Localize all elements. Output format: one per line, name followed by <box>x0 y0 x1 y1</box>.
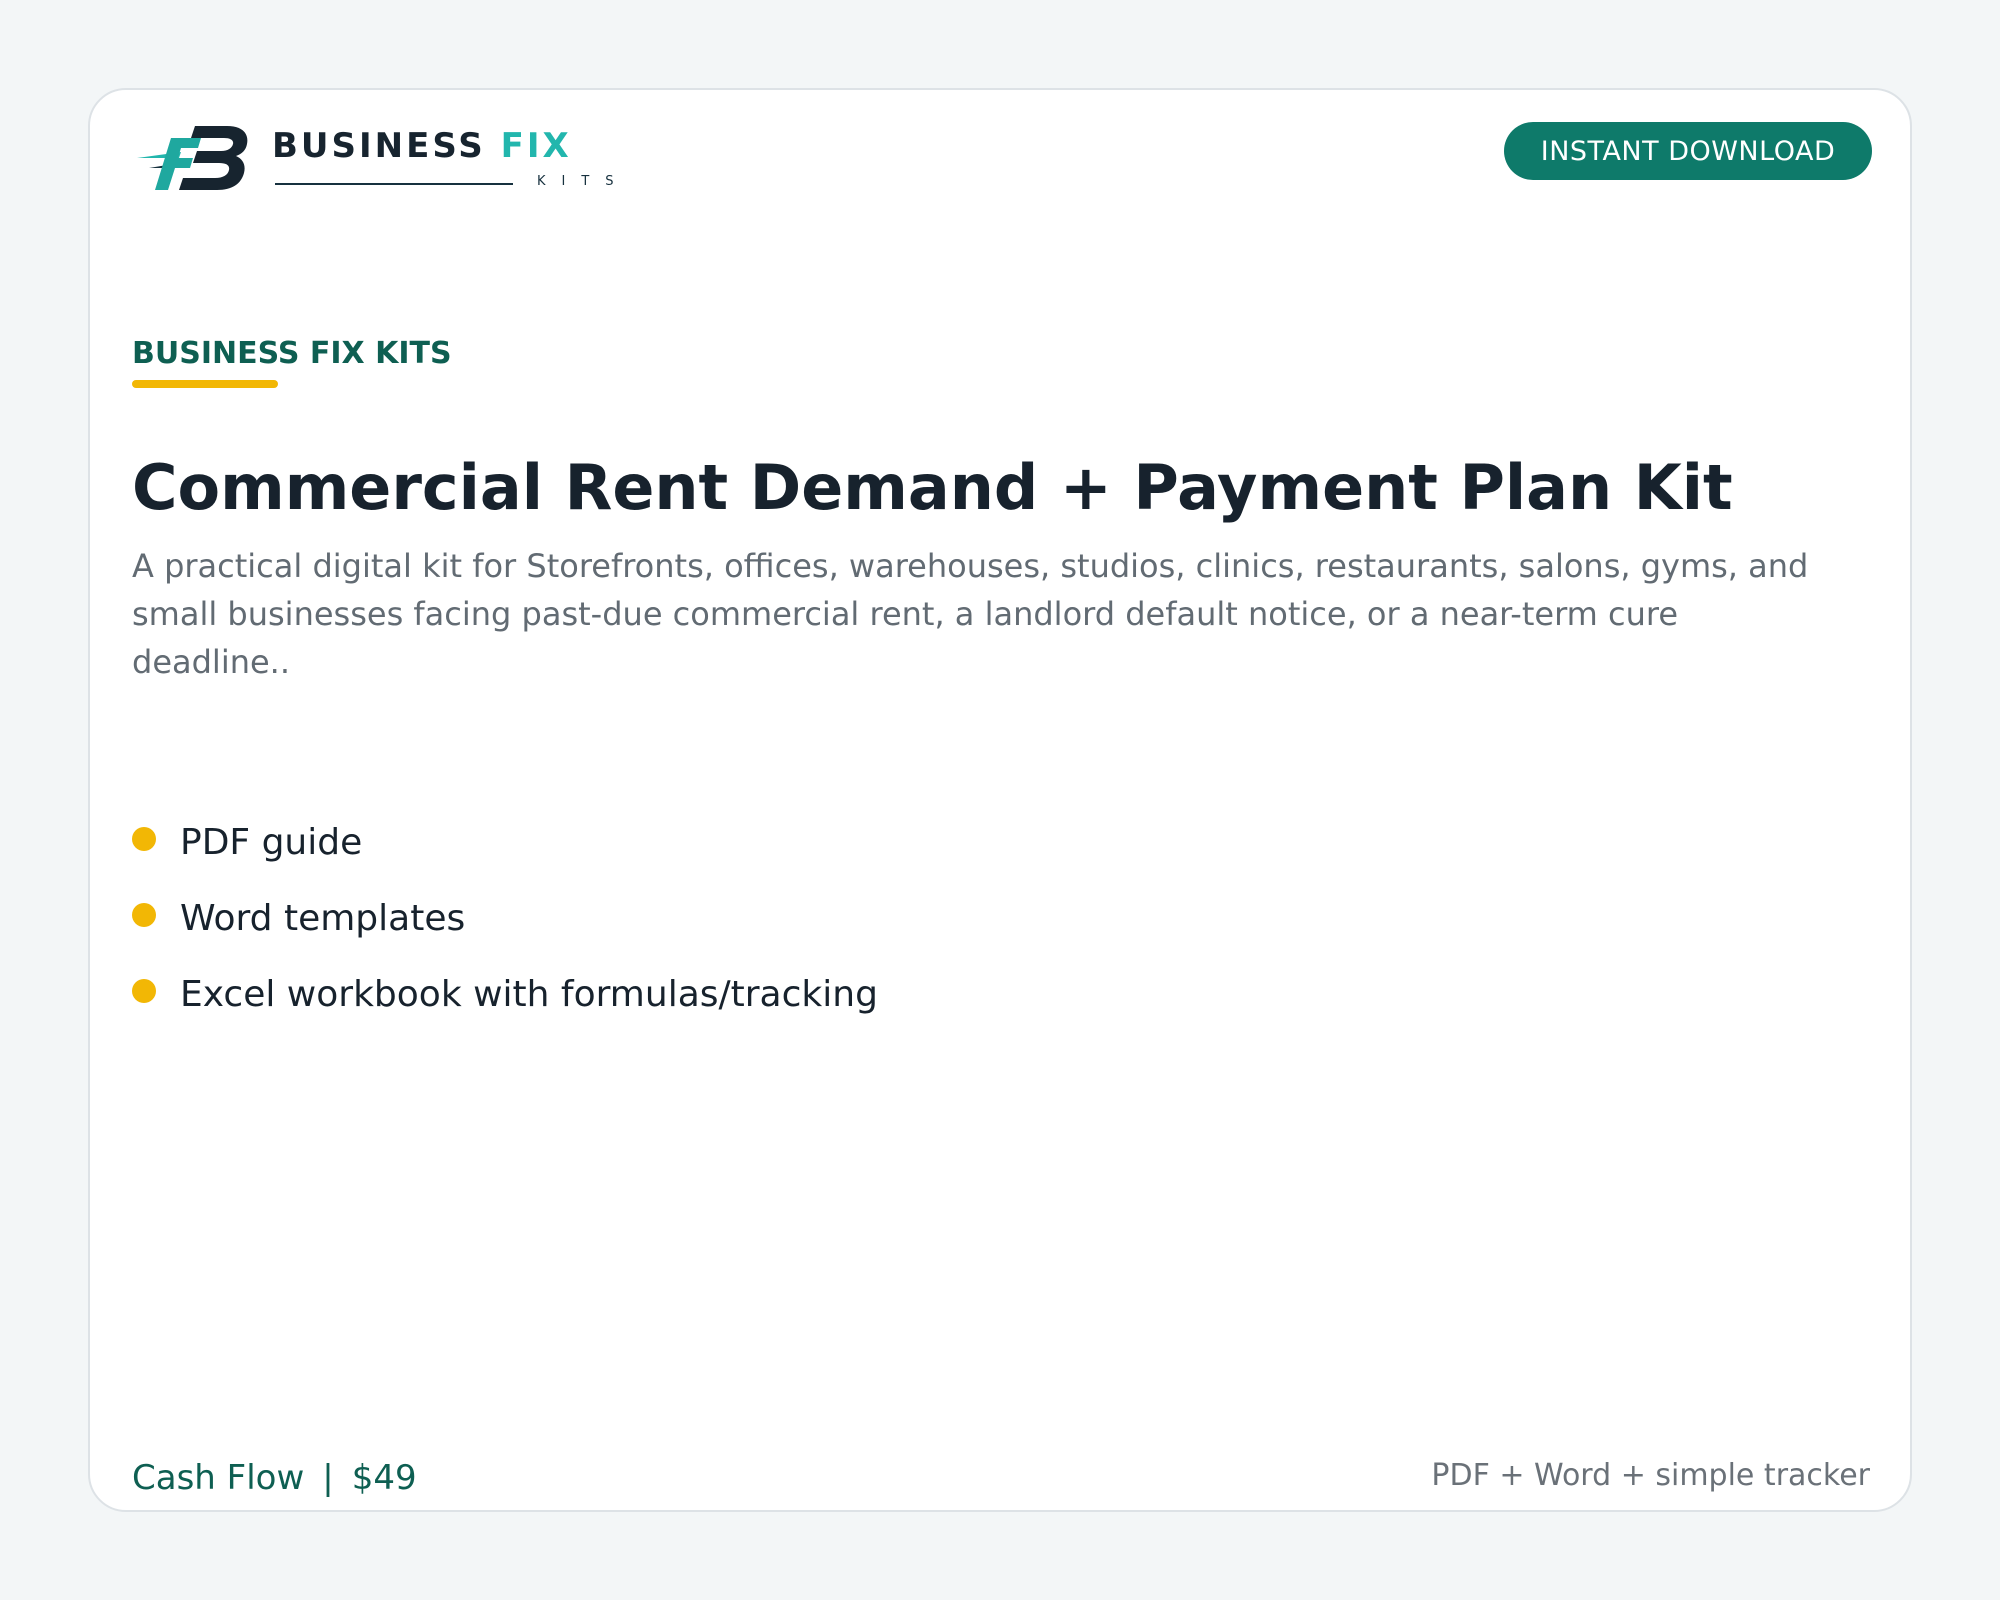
feature-label: PDF guide <box>180 821 363 863</box>
brand-name-accent: FIX <box>500 126 572 166</box>
brand-underline <box>275 183 513 185</box>
brand-name: BUSINESS FIX <box>272 126 572 166</box>
brand-name-main: BUSINESS <box>272 126 486 166</box>
footer-formats: PDF + Word + simple tracker <box>1431 1458 1870 1493</box>
footer-category-price: Cash Flow | $49 <box>132 1458 417 1498</box>
price-label: $49 <box>351 1458 417 1498</box>
yellow-dot-icon <box>132 827 156 851</box>
brand-sub: KITS <box>537 174 630 189</box>
product-card: BUSINESS FIX KITS INSTANT DOWNLOAD BUSIN… <box>88 88 1912 1512</box>
list-item: PDF guide <box>132 804 878 880</box>
yellow-dot-icon <box>132 979 156 1003</box>
eyebrow-underline <box>132 380 278 388</box>
product-description: A practical digital kit for Storefronts,… <box>132 547 1809 681</box>
fb-monogram-icon <box>137 126 248 190</box>
list-item: Word templates <box>132 880 878 956</box>
footer-separator: | <box>322 1458 334 1498</box>
page-title: Commercial Rent Demand + Payment Plan Ki… <box>132 451 1733 524</box>
category-label: Cash Flow <box>132 1458 305 1498</box>
feature-label: Excel workbook with formulas/tracking <box>180 973 878 1015</box>
instant-download-badge[interactable]: INSTANT DOWNLOAD <box>1504 122 1872 180</box>
list-item: Excel workbook with formulas/tracking <box>132 956 878 1032</box>
feature-list: PDF guide Word templates Excel workbook … <box>132 804 878 1032</box>
brand-logo[interactable]: BUSINESS FIX KITS <box>135 118 635 214</box>
eyebrow-label: BUSINESS FIX KITS <box>132 336 452 371</box>
yellow-dot-icon <box>132 903 156 927</box>
feature-label: Word templates <box>180 897 466 939</box>
